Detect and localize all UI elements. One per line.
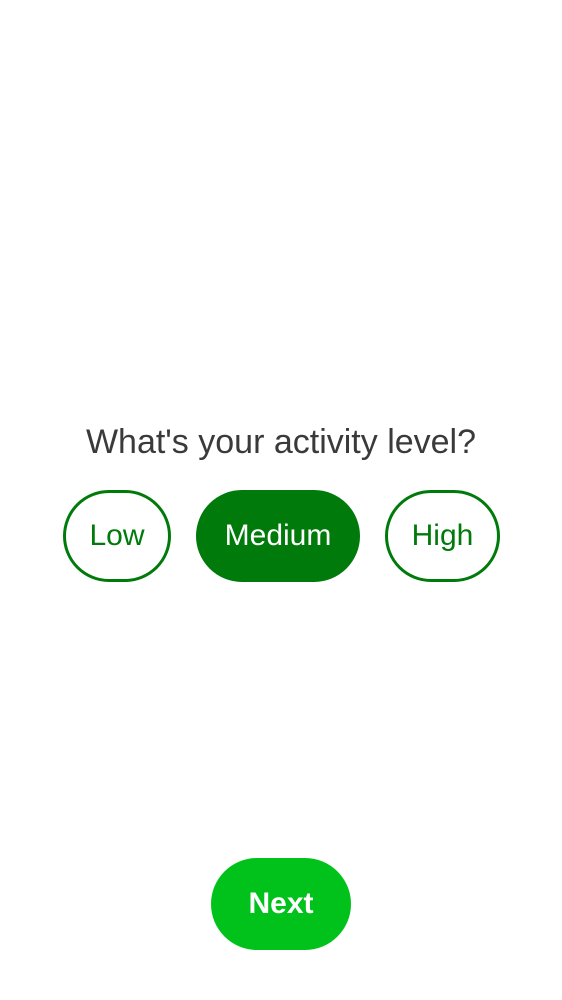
option-medium-label: Medium [224, 519, 332, 552]
next-button-label: Next [248, 887, 314, 920]
option-medium-button[interactable]: Medium [196, 490, 360, 582]
option-low-label: Low [89, 519, 145, 552]
question-text: What's your activity level? [85, 423, 477, 461]
option-high-button[interactable]: High [385, 490, 500, 582]
activity-level-screen: What's your activity level? Low Medium H… [0, 0, 562, 1000]
option-low-button[interactable]: Low [63, 490, 171, 582]
next-button[interactable]: Next [211, 858, 351, 950]
option-high-label: High [411, 519, 474, 552]
